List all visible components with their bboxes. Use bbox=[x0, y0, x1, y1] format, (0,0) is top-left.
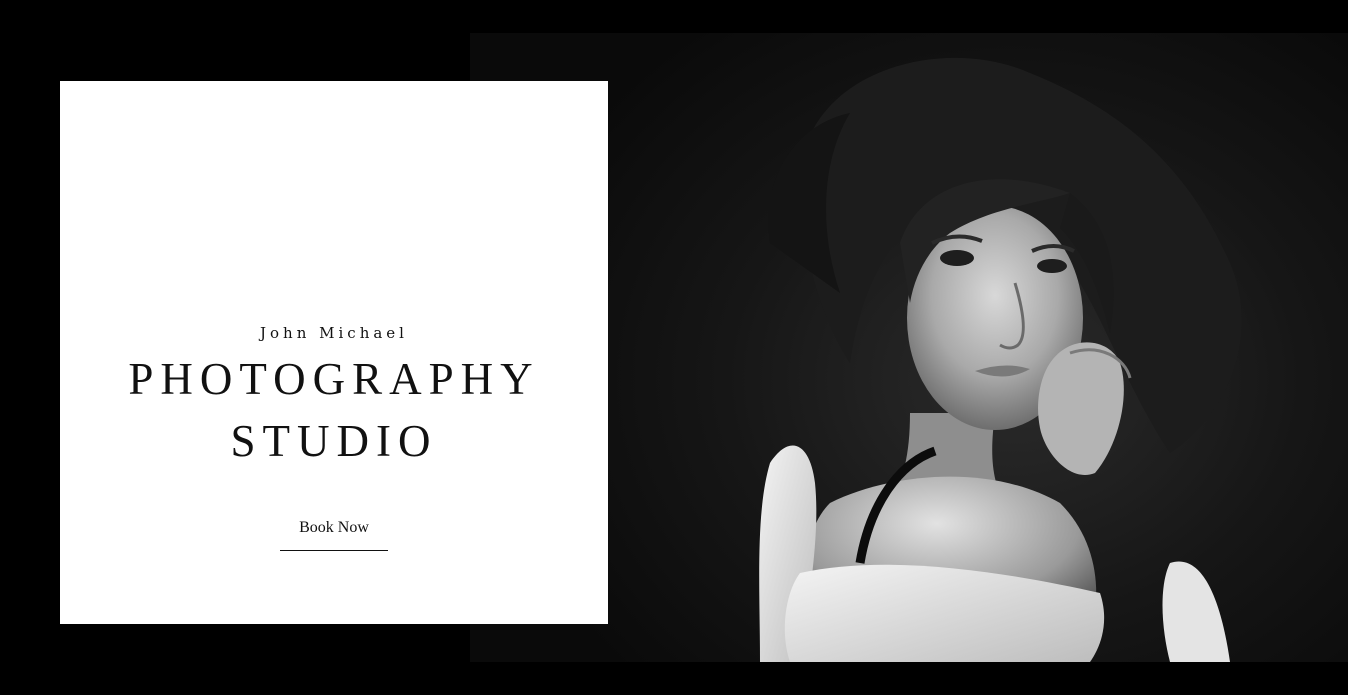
book-now-button[interactable]: Book Now bbox=[280, 518, 388, 551]
photographer-name: John Michael bbox=[260, 324, 408, 342]
right-eye bbox=[1037, 259, 1067, 273]
hand-shape bbox=[1038, 342, 1124, 475]
page-title: PHOTOGRAPHY STUDIO bbox=[60, 348, 608, 472]
hero-card: John Michael PHOTOGRAPHY STUDIO Book Now bbox=[60, 81, 608, 624]
left-eye bbox=[940, 250, 974, 266]
title-line-2: STUDIO bbox=[230, 416, 438, 466]
title-line-1: PHOTOGRAPHY bbox=[128, 354, 540, 404]
page: John Michael PHOTOGRAPHY STUDIO Book Now bbox=[0, 0, 1348, 695]
